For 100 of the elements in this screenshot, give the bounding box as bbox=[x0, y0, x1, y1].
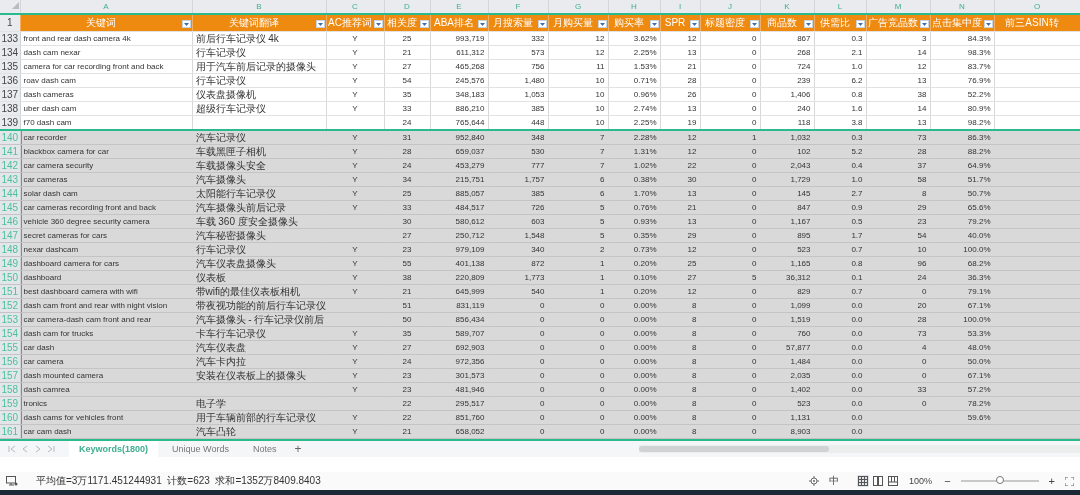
sheet-tab[interactable]: Keywords(1800) bbox=[69, 441, 159, 457]
table-cell: 589,707 bbox=[455, 328, 485, 338]
filter-button[interactable] bbox=[181, 20, 191, 28]
filter-button[interactable] bbox=[315, 20, 325, 28]
row-number[interactable]: 147 bbox=[1, 229, 19, 241]
column-letter[interactable]: H bbox=[631, 2, 637, 11]
row-number[interactable]: 144 bbox=[1, 187, 19, 199]
column-letter[interactable]: M bbox=[894, 2, 902, 11]
column-letter[interactable]: F bbox=[515, 2, 521, 11]
zoom-out-button[interactable]: − bbox=[942, 475, 953, 487]
column-letter[interactable]: O bbox=[1033, 2, 1041, 11]
table-cell: 79.2% bbox=[967, 216, 991, 226]
table-cell: 电子学 bbox=[195, 397, 226, 409]
row-number[interactable]: 156 bbox=[1, 355, 19, 367]
row-number[interactable]: 136 bbox=[1, 74, 19, 86]
column-letter[interactable]: N bbox=[959, 2, 965, 11]
page-layout-button[interactable] bbox=[872, 475, 885, 487]
table-cell: 385 bbox=[531, 103, 545, 113]
filter-button[interactable] bbox=[983, 20, 993, 28]
row-number[interactable]: 139 bbox=[1, 116, 19, 128]
table-cell: 0 bbox=[752, 89, 757, 99]
row-number[interactable]: 140 bbox=[1, 131, 19, 143]
filter-button[interactable] bbox=[597, 20, 607, 28]
filter-button[interactable] bbox=[477, 20, 487, 28]
row-number[interactable]: 135 bbox=[1, 60, 19, 72]
row-number[interactable]: 138 bbox=[1, 102, 19, 114]
row-number[interactable]: 145 bbox=[1, 201, 19, 213]
column-letter[interactable]: I bbox=[678, 2, 682, 11]
row-number[interactable]: 149 bbox=[1, 257, 19, 269]
fullscreen-icon[interactable] bbox=[1065, 476, 1074, 486]
row-number[interactable]: 133 bbox=[1, 32, 19, 44]
row-number[interactable]: 153 bbox=[1, 313, 19, 325]
page-break-button[interactable] bbox=[887, 475, 900, 487]
column-letter[interactable]: E bbox=[456, 2, 462, 11]
column-letter[interactable]: B bbox=[256, 2, 262, 11]
table-cell: 0 bbox=[752, 160, 757, 170]
table-cell: 40.0% bbox=[967, 230, 991, 240]
table-cell: best dashboard camera with wifi bbox=[23, 286, 138, 296]
column-letter[interactable]: G bbox=[574, 2, 582, 11]
table-cell: 24 bbox=[402, 117, 412, 127]
row-number[interactable]: 142 bbox=[1, 159, 19, 171]
normal-view-button[interactable] bbox=[857, 475, 870, 487]
row-number[interactable]: 146 bbox=[1, 215, 19, 227]
table-cell: 13 bbox=[917, 117, 927, 127]
row-number[interactable]: 150 bbox=[1, 271, 19, 283]
column-letter[interactable]: L bbox=[837, 2, 843, 11]
add-sheet-button[interactable]: + bbox=[290, 442, 306, 456]
filter-button[interactable] bbox=[689, 20, 699, 28]
row-number[interactable]: 157 bbox=[1, 369, 19, 381]
filter-button[interactable] bbox=[749, 20, 759, 28]
monitor-icon[interactable] bbox=[6, 476, 18, 486]
row-number[interactable]: 148 bbox=[1, 243, 19, 255]
row-number[interactable]: 161 bbox=[1, 425, 19, 437]
column-letter[interactable]: C bbox=[352, 2, 358, 11]
table-cell: 0.9 bbox=[851, 202, 863, 212]
table-cell: 0.20% bbox=[633, 258, 657, 268]
column-letter[interactable]: K bbox=[784, 2, 790, 11]
table-cell: 52.2% bbox=[967, 89, 991, 99]
slider-thumb[interactable] bbox=[995, 476, 1004, 484]
row-number[interactable]: 137 bbox=[1, 88, 19, 100]
filter-button[interactable] bbox=[855, 20, 865, 28]
sheet-tab[interactable]: Notes bbox=[242, 441, 287, 457]
row-number[interactable]: 143 bbox=[1, 173, 19, 185]
row-number[interactable]: 152 bbox=[1, 299, 19, 311]
sheet-tab[interactable]: Unique Words bbox=[162, 441, 239, 457]
column-letter[interactable]: J bbox=[728, 2, 732, 11]
filter-button[interactable] bbox=[373, 20, 383, 28]
filter-button[interactable] bbox=[419, 20, 429, 28]
zoom-dropdown[interactable]: 100% bbox=[907, 476, 935, 486]
table-cell: 8 bbox=[922, 188, 927, 198]
filter-button[interactable] bbox=[919, 20, 929, 28]
filter-button[interactable] bbox=[537, 20, 547, 28]
filter-button[interactable] bbox=[649, 20, 659, 28]
column-letter[interactable]: A bbox=[103, 2, 109, 11]
table-cell: 14 bbox=[917, 47, 927, 57]
table-cell: 13 bbox=[917, 75, 927, 85]
table-cell: 25 bbox=[687, 258, 697, 268]
table-cell: 851,760 bbox=[455, 412, 485, 422]
row-number[interactable]: 158 bbox=[1, 383, 19, 395]
zoom-in-button[interactable]: + bbox=[1046, 475, 1057, 487]
table-cell: car cameras recording front and back bbox=[23, 202, 156, 212]
row-number[interactable]: 160 bbox=[1, 411, 19, 423]
horizontal-scrollbar[interactable] bbox=[639, 445, 1080, 453]
table-cell: 724 bbox=[797, 61, 811, 71]
input-method-button[interactable]: 中 bbox=[827, 474, 842, 488]
row-number[interactable]: 154 bbox=[1, 327, 19, 339]
row-number[interactable]: 159 bbox=[1, 397, 19, 409]
table-cell: 0 bbox=[540, 314, 545, 324]
row-number[interactable]: 155 bbox=[1, 341, 19, 353]
row-number[interactable]: 141 bbox=[1, 145, 19, 157]
table-cell: 0.7 bbox=[851, 286, 863, 296]
table-cell: 0.0 bbox=[851, 384, 863, 394]
table-cell: 0.00% bbox=[633, 370, 657, 380]
scrollbar-thumb[interactable] bbox=[639, 446, 830, 452]
row-number[interactable]: 134 bbox=[1, 46, 19, 58]
column-letter[interactable]: D bbox=[404, 2, 410, 11]
filter-button[interactable] bbox=[803, 20, 813, 28]
table-cell: 0 bbox=[752, 33, 757, 43]
row-number[interactable]: 151 bbox=[1, 285, 19, 297]
table-cell: 952,840 bbox=[455, 132, 485, 142]
